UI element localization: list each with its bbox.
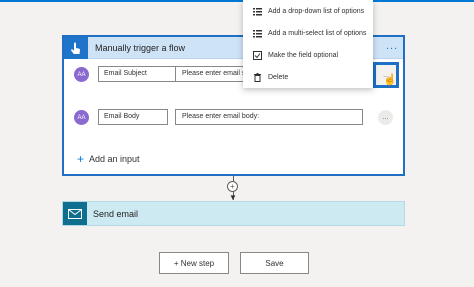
add-input-button[interactable]: + Add an input xyxy=(77,152,140,166)
trash-icon xyxy=(253,72,262,82)
menu-item-dropdown-list[interactable]: Add a drop-down list of options xyxy=(243,0,373,22)
top-accent-line xyxy=(0,0,474,2)
input-placeholder-field[interactable]: Please enter email body: xyxy=(175,109,363,125)
menu-item-label: Add a multi-select list of options xyxy=(268,29,367,37)
insert-step-plus-icon[interactable]: + xyxy=(227,181,238,192)
menu-item-label: Delete xyxy=(268,73,289,81)
plus-icon: + xyxy=(77,152,85,166)
input-name-field[interactable]: Email Body xyxy=(98,109,168,125)
menu-item-label: Add a drop-down list of options xyxy=(268,7,365,15)
menu-item-delete[interactable]: Delete xyxy=(243,66,373,88)
input-type-avatar: AA xyxy=(74,110,89,125)
checkbox-icon xyxy=(253,50,262,60)
input-options-menu: Add a drop-down list of options Add a mu… xyxy=(243,0,373,88)
input-more-button[interactable]: ... xyxy=(378,110,393,125)
hand-cursor-icon: ☝ xyxy=(383,74,397,86)
new-step-button[interactable]: + New step xyxy=(159,252,229,274)
send-email-action[interactable]: Send email xyxy=(62,201,405,226)
input-type-avatar: AA xyxy=(74,67,89,82)
multi-list-icon xyxy=(253,29,262,38)
add-input-label: Add an input xyxy=(89,154,140,164)
hand-pointer-icon xyxy=(64,37,88,59)
menu-item-multiselect-list[interactable]: Add a multi-select list of options xyxy=(243,22,373,44)
list-icon xyxy=(253,7,262,16)
mail-icon xyxy=(63,202,87,225)
send-email-title: Send email xyxy=(93,209,139,219)
menu-item-make-optional[interactable]: Make the field optional xyxy=(243,44,373,66)
save-button[interactable]: Save xyxy=(240,252,309,274)
trigger-title: Manually trigger a flow xyxy=(95,43,186,53)
trigger-more-button[interactable]: ... xyxy=(386,40,398,52)
menu-item-label: Make the field optional xyxy=(268,51,339,59)
